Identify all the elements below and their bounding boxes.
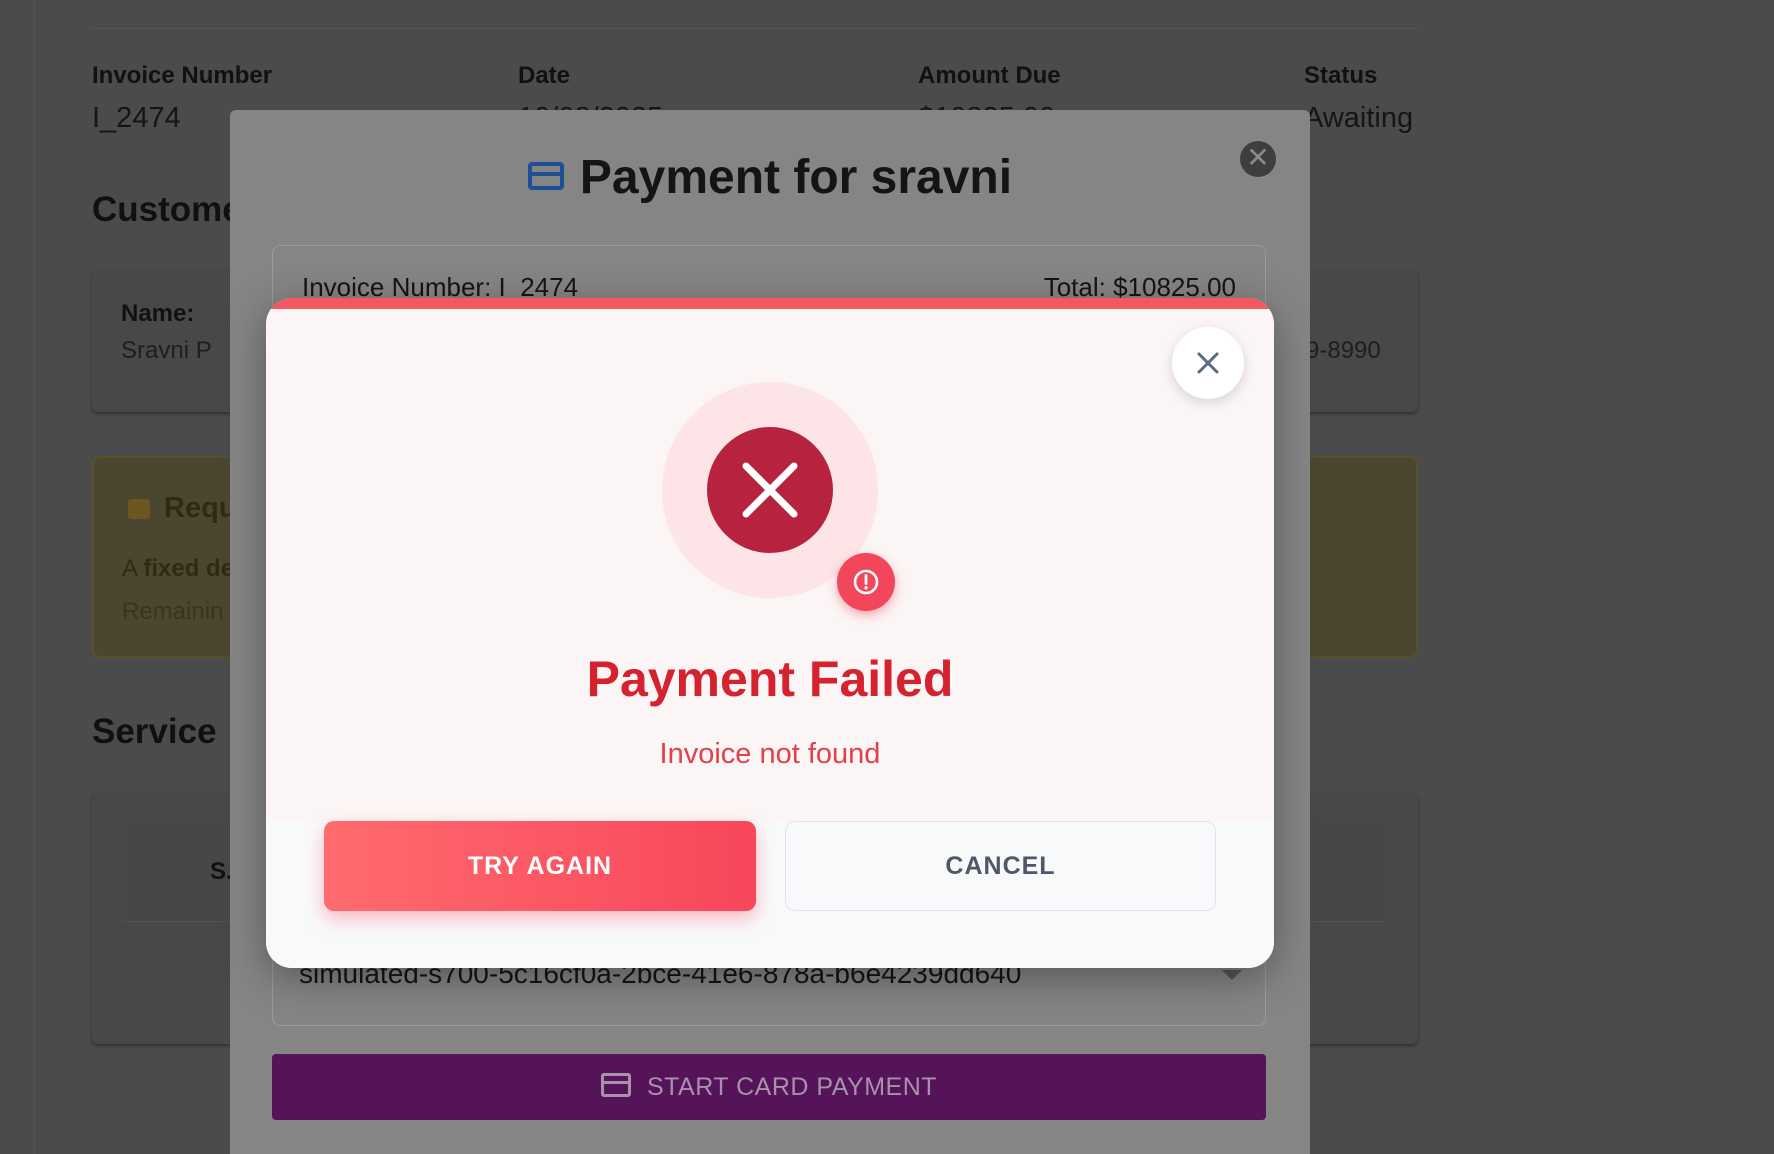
credit-card-icon	[527, 162, 564, 191]
error-accent-bar	[266, 298, 1274, 309]
alert-badge-icon	[837, 553, 895, 611]
customer-name-value: Sravni P	[121, 337, 212, 364]
x-mark-icon	[742, 462, 798, 518]
amount-due-label: Amount Due	[918, 62, 1061, 89]
error-message: Invoice not found	[659, 738, 881, 770]
requirement-title: Requ	[128, 492, 237, 525]
cancel-button[interactable]: CANCEL	[785, 821, 1216, 911]
chevron-down-icon[interactable]	[1222, 970, 1242, 980]
page-left-border	[34, 0, 35, 1154]
requirement-line-2: Remainin	[122, 598, 224, 625]
try-again-button[interactable]: TRY AGAIN	[324, 821, 756, 911]
error-x-icon	[707, 427, 833, 553]
dialog-close-button[interactable]	[1172, 327, 1244, 399]
payment-failed-dialog: Payment Failed Invoice not found TRY AGA…	[266, 298, 1274, 968]
status-value: Awaiting	[1304, 102, 1414, 134]
payment-modal-close-button[interactable]: ✕	[1240, 141, 1276, 177]
customer-name-label: Name:	[121, 300, 195, 327]
requirement-line-1: A fixed de	[122, 555, 234, 583]
customer-phone-value: 9-8990	[1306, 337, 1381, 364]
credit-card-icon	[600, 1073, 631, 1098]
requirement-title-text: Requ	[164, 492, 237, 524]
payment-modal-title: Payment for sravni	[230, 150, 1310, 205]
close-icon: ✕	[1246, 142, 1270, 173]
lock-icon	[128, 499, 150, 519]
requirement-line-1-prefix: A	[122, 555, 144, 582]
start-card-payment-button[interactable]: START CARD PAYMENT	[272, 1054, 1266, 1120]
invoice-number-label: Invoice Number	[92, 62, 273, 89]
page-top-divider	[90, 28, 1420, 29]
customer-section-title: Custome	[92, 190, 242, 229]
close-icon	[1197, 352, 1219, 374]
requirement-line-1-bold: fixed de	[143, 555, 235, 582]
exclamation-circle-icon	[853, 569, 879, 595]
invoice-date-label: Date	[518, 62, 571, 89]
services-section-title: Service	[92, 712, 217, 751]
error-title: Payment Failed	[586, 651, 954, 707]
status-column: Status Awaiting	[1304, 62, 1413, 135]
payment-modal-title-text: Payment for sravni	[579, 151, 1013, 204]
start-card-payment-label: START CARD PAYMENT	[646, 1073, 938, 1101]
status-label: Status	[1304, 62, 1378, 89]
